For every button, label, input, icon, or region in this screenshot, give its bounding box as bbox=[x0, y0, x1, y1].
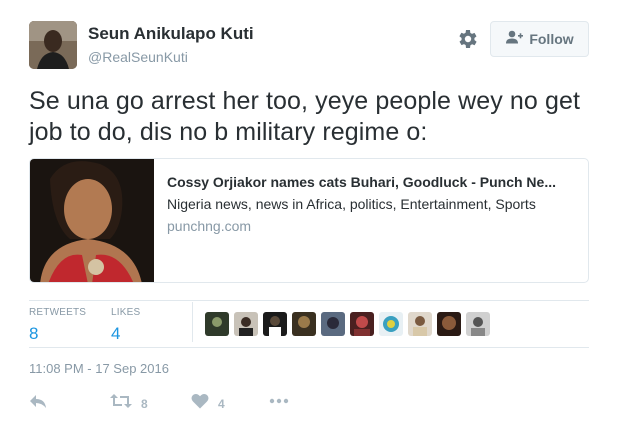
tweet-text: Se una go arrest her too, yeye people we… bbox=[29, 87, 580, 146]
liker-avatar[interactable] bbox=[234, 312, 258, 336]
retweet-count: 8 bbox=[141, 396, 148, 411]
liker-avatar[interactable] bbox=[205, 312, 229, 336]
more-dots-icon bbox=[269, 393, 289, 414]
user-avatar[interactable] bbox=[29, 21, 77, 69]
likes-label: LIKES bbox=[111, 307, 141, 318]
retweets-label: RETWEETS bbox=[29, 307, 87, 318]
liker-avatar[interactable] bbox=[408, 312, 432, 336]
user-handle[interactable]: @RealSeunKuti bbox=[88, 48, 188, 66]
add-user-icon bbox=[505, 30, 524, 49]
reply-button[interactable] bbox=[29, 393, 47, 414]
follow-button-label: Follow bbox=[529, 31, 574, 47]
gear-icon[interactable] bbox=[455, 27, 479, 51]
stats-separator bbox=[192, 302, 193, 342]
tweet-actions: 8 4 bbox=[29, 393, 329, 413]
liker-avatar[interactable] bbox=[379, 312, 403, 336]
card-description: Nigeria news, news in Africa, politics, … bbox=[167, 196, 536, 212]
liker-avatar[interactable] bbox=[321, 312, 345, 336]
card-title[interactable]: Cossy Orjiakor names cats Buhari, Goodlu… bbox=[167, 173, 577, 191]
liker-avatar[interactable] bbox=[350, 312, 374, 336]
reply-icon bbox=[29, 393, 47, 414]
likes-stat[interactable]: LIKES 4 bbox=[111, 306, 140, 345]
like-button[interactable]: 4 bbox=[191, 393, 225, 414]
heart-icon bbox=[191, 393, 209, 414]
card-image bbox=[30, 159, 154, 282]
liker-avatar[interactable] bbox=[263, 312, 287, 336]
like-count: 4 bbox=[218, 396, 225, 411]
liker-avatar[interactable] bbox=[292, 312, 316, 336]
card-domain: punchng.com bbox=[167, 218, 252, 234]
tweet-timestamp[interactable]: 11:08 PM - 17 Sep 2016 bbox=[29, 361, 169, 376]
follow-button[interactable]: Follow bbox=[490, 21, 589, 57]
retweets-stat[interactable]: RETWEETS 8 bbox=[29, 306, 86, 345]
stats-bottom-divider bbox=[29, 347, 589, 348]
liker-avatar[interactable] bbox=[437, 312, 461, 336]
liker-avatar[interactable] bbox=[466, 312, 490, 336]
link-card[interactable]: Cossy Orjiakor names cats Buhari, Goodlu… bbox=[29, 158, 589, 283]
likes-count: 4 bbox=[111, 324, 121, 343]
likers-avatars bbox=[205, 312, 490, 336]
retweet-icon bbox=[110, 393, 132, 414]
more-button[interactable] bbox=[269, 393, 289, 414]
retweet-button[interactable]: 8 bbox=[110, 393, 148, 414]
retweets-count: 8 bbox=[29, 324, 39, 343]
user-name[interactable]: Seun Anikulapo Kuti bbox=[88, 24, 254, 44]
